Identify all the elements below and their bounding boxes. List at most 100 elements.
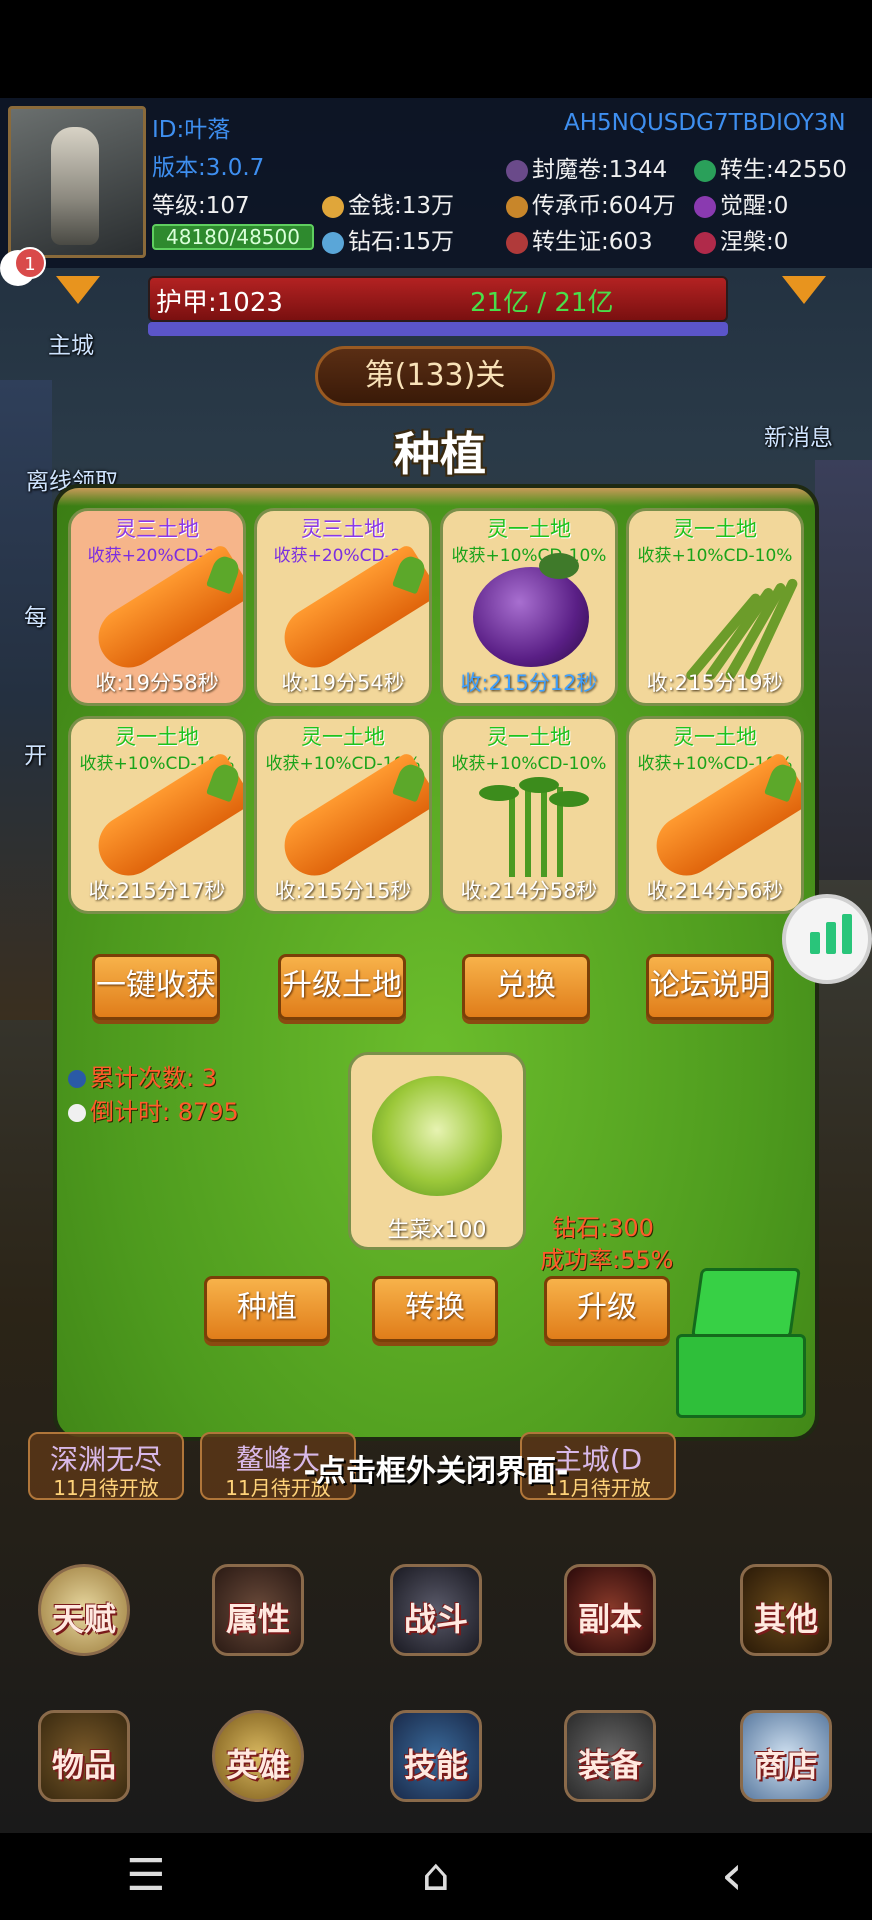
right-arrow-icon[interactable]	[782, 276, 826, 304]
harvest-all-button[interactable]: 一键收获	[92, 954, 220, 1020]
eggplant-icon	[473, 567, 589, 667]
nirvana-stat: 涅槃:0	[694, 222, 788, 256]
drop-icon	[68, 1070, 86, 1088]
plot-timer: 收:215分17秒	[88, 879, 226, 903]
plot-bonus: 收获+10%CD-10%	[451, 754, 607, 774]
inherit-coin-text: 传承币:604万	[532, 193, 676, 219]
skills-button[interactable]: 技能	[376, 1706, 496, 1816]
battle-button[interactable]: 战斗	[376, 1560, 496, 1670]
back-icon[interactable]: ‹	[702, 1848, 762, 1904]
plot-3[interactable]: 灵一土地 收获+10%CD-10% 收:215分12秒	[440, 508, 618, 706]
scroll-icon	[506, 159, 528, 182]
plot-6[interactable]: 灵一土地 收获+10%CD-10% 收:215分15秒	[254, 716, 432, 914]
diamond-icon	[322, 231, 344, 254]
plot-name: 灵一土地	[673, 725, 757, 749]
dialog-title: 种植	[394, 427, 486, 481]
plot-timer: 收:214分58秒	[460, 879, 598, 903]
rebirth-text: 转生:42550	[720, 157, 847, 183]
plot-name: 灵三土地	[301, 517, 385, 541]
right-side-decoration	[815, 460, 872, 880]
exchange-button[interactable]: 兑换	[462, 954, 590, 1020]
home-icon[interactable]: ⌂	[406, 1848, 466, 1904]
player-avatar[interactable]	[8, 106, 146, 258]
menu-label: 商店	[753, 1746, 818, 1784]
inherit-coin-icon	[506, 195, 528, 218]
plot-name: 灵一土地	[487, 725, 571, 749]
new-message-button[interactable]: 新消息	[764, 418, 833, 452]
rebirth-stat: 转生:42550	[694, 150, 847, 184]
rebirth-icon	[694, 159, 716, 182]
seed-label: 生菜x100	[387, 1218, 487, 1243]
other-button[interactable]: 其他	[726, 1560, 846, 1670]
armor-hp: 21亿 / 21亿	[470, 288, 614, 318]
plot-timer: 收:215分15秒	[274, 879, 412, 903]
equipment-button[interactable]: 装备	[550, 1706, 670, 1816]
player-id: ID:叶落	[152, 117, 231, 143]
plot-2[interactable]: 灵三土地 收获+20%CD-20 收:19分54秒	[254, 508, 432, 706]
green-beans-icon	[653, 569, 800, 683]
stats-float-button[interactable]	[782, 894, 872, 984]
menu-label: 副本	[577, 1600, 642, 1638]
plot-8[interactable]: 灵一土地 收获+10%CD-10% 收:214分56秒	[626, 716, 804, 914]
open-button[interactable]: 开	[24, 736, 47, 770]
main-city-button[interactable]: 主城	[48, 326, 94, 360]
plot-timer: 收:214分56秒	[646, 879, 784, 903]
upgrade-success-rate: 成功率:55%	[540, 1246, 674, 1274]
inherit-coin-stat: 传承币:604万	[506, 186, 676, 220]
menu-label: 其他	[753, 1600, 818, 1638]
clock-icon	[68, 1104, 86, 1122]
menu-label: 英雄	[225, 1746, 290, 1784]
upgrade-cost: 钻石:300	[552, 1214, 654, 1242]
heroes-button[interactable]: 英雄	[198, 1706, 318, 1816]
plant-button[interactable]: 种植	[204, 1276, 330, 1342]
items-button[interactable]: 物品	[24, 1706, 144, 1816]
menu-label: 战斗	[403, 1600, 468, 1638]
plot-timer: 收:19分54秒	[281, 671, 405, 695]
left-arrow-icon[interactable]	[56, 276, 100, 304]
rebirth-cert-icon	[506, 231, 528, 254]
countdown: 倒计时: 8795	[68, 1092, 239, 1127]
plot-1[interactable]: 灵三土地 收获+20%CD-20 收:19分58秒	[68, 508, 246, 706]
menu-label: 装备	[577, 1746, 642, 1784]
version-text: 版本:3.0.7	[152, 155, 265, 181]
plot-name: 灵一土地	[301, 725, 385, 749]
dungeon-button[interactable]: 副本	[550, 1560, 670, 1670]
eggplant-cap-icon	[539, 553, 579, 579]
menu-label: 物品	[51, 1746, 116, 1784]
plot-name: 灵三土地	[115, 517, 199, 541]
nirvana-icon	[694, 231, 716, 254]
armor-label: 护甲:1023	[156, 288, 283, 318]
plot-name: 灵一土地	[115, 725, 199, 749]
recent-apps-icon[interactable]: ☰	[116, 1848, 176, 1904]
shop-button[interactable]: 商店	[726, 1706, 846, 1816]
daily-button[interactable]: 每	[24, 598, 47, 632]
nirvana-text: 涅槃:0	[720, 229, 789, 255]
plot-name: 灵一土地	[673, 517, 757, 541]
awaken-stat: 觉醒:0	[694, 186, 788, 220]
awaken-text: 觉醒:0	[720, 193, 789, 219]
attributes-button[interactable]: 属性	[198, 1560, 318, 1670]
countdown-text: 倒计时: 8795	[90, 1098, 239, 1126]
plot-timer: 收:215分19秒	[646, 671, 784, 695]
plot-7[interactable]: 灵一土地 收获+10%CD-10% 收:214分58秒	[440, 716, 618, 914]
plot-4[interactable]: 灵一土地 收获+10%CD-10% 收:215分19秒	[626, 508, 804, 706]
gold-coin-icon	[322, 195, 344, 218]
menu-label: 天赋	[51, 1600, 116, 1638]
convert-button[interactable]: 转换	[372, 1276, 498, 1342]
menu-label: 技能	[403, 1746, 468, 1784]
close-hint: -点击框外关闭界面-	[303, 1454, 569, 1489]
plot-bonus: 收获+10%CD-10%	[637, 546, 793, 566]
plot-5[interactable]: 灵一土地 收获+10%CD-10% 收:215分17秒	[68, 716, 246, 914]
gold-stat: 金钱:13万	[322, 186, 454, 220]
exp-bar: 48180/48500	[152, 224, 314, 250]
upgrade-button[interactable]: 升级	[544, 1276, 670, 1342]
upgrade-land-button[interactable]: 升级土地	[278, 954, 406, 1020]
level-text: 等级:107	[152, 193, 250, 219]
rebirth-cert-text: 转生证:603	[532, 229, 653, 255]
diamond-stat: 钻石:15万	[322, 222, 454, 256]
awaken-icon	[694, 195, 716, 218]
forum-guide-button[interactable]: 论坛说明	[646, 954, 774, 1020]
talent-button[interactable]: 天赋	[24, 1560, 144, 1670]
diamond-text: 钻石:15万	[348, 229, 455, 255]
stage-indicator: 第(133)关	[315, 346, 555, 406]
